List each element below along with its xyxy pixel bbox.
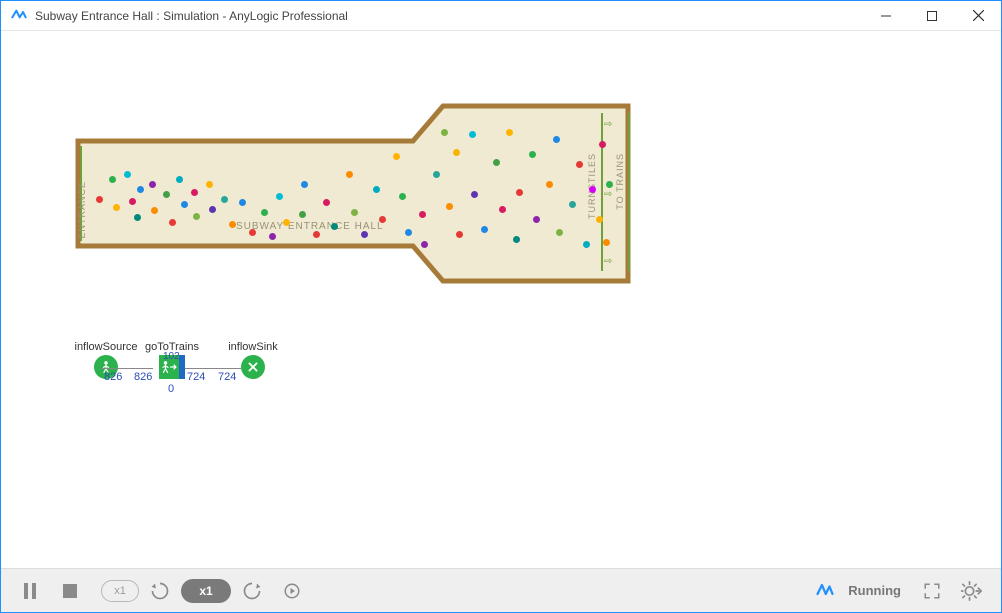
pedestrian-dot — [181, 201, 188, 208]
pedestrian-dot — [453, 149, 460, 156]
pedestrian-dot — [137, 186, 144, 193]
pedestrian-dot — [283, 219, 290, 226]
pedestrian-dot — [596, 216, 603, 223]
pedestrian-dot — [506, 129, 513, 136]
anylogic-brand-icon — [814, 582, 836, 600]
port-count: 826 — [104, 371, 122, 383]
pedestrian-dot — [261, 209, 268, 216]
pedestrian-dot — [134, 214, 141, 221]
pedestrian-dot — [96, 196, 103, 203]
pedestrian-dot — [379, 216, 386, 223]
pedestrian-dot — [405, 229, 412, 236]
app-logo-icon — [11, 8, 27, 24]
pedestrian-dot — [603, 239, 610, 246]
app-window: Subway Entrance Hall : Simulation - AnyL… — [0, 0, 1002, 613]
pedestrian-dot — [441, 129, 448, 136]
minimize-button[interactable] — [863, 1, 909, 31]
block-label: inflowSource — [71, 341, 141, 353]
maximize-button[interactable] — [909, 1, 955, 31]
pedestrian-dot — [113, 204, 120, 211]
port-count: 724 — [218, 371, 236, 383]
fullscreen-button[interactable] — [913, 573, 951, 609]
flowchart: inflowSource 826 goToTrains 826 102 724 … — [71, 341, 301, 401]
pedestrian-dot — [419, 211, 426, 218]
pedestrian-dot — [589, 186, 596, 193]
pedestrian-dot — [193, 213, 200, 220]
realtime-speed-button[interactable]: x1 — [101, 580, 139, 602]
pedestrian-dot — [481, 226, 488, 233]
pedestrian-dot — [546, 181, 553, 188]
pedestrian-dot — [331, 223, 338, 230]
pedestrian-dot — [221, 196, 228, 203]
pedestrian-dot — [169, 219, 176, 226]
pedestrian-dot — [109, 176, 116, 183]
pedestrian-dot — [299, 211, 306, 218]
pedestrian-dot — [373, 186, 380, 193]
pedestrian-dot — [529, 151, 536, 158]
pause-button[interactable] — [11, 573, 49, 609]
pedestrian-dot — [351, 209, 358, 216]
block-bottom-count: 0 — [168, 383, 174, 395]
pedestrian-dot — [346, 171, 353, 178]
pedestrian-dot — [163, 191, 170, 198]
pedestrian-dot — [191, 189, 198, 196]
pedestrian-dot — [599, 141, 606, 148]
pedestrian-dot — [499, 206, 506, 213]
pedestrian-dot — [323, 199, 330, 206]
pedestrian-dot — [576, 161, 583, 168]
pedestrian-dot — [553, 136, 560, 143]
pedestrian-dot — [149, 181, 156, 188]
pedestrian-dot — [399, 193, 406, 200]
pedestrian-dot — [124, 171, 131, 178]
pedestrian-dot — [583, 241, 590, 248]
pedestrian-dot — [301, 181, 308, 188]
pedestrian-dot — [469, 131, 476, 138]
pedestrian-dot — [176, 176, 183, 183]
pedestrian-dot — [471, 191, 478, 198]
speed-indicator[interactable]: x1 — [181, 579, 231, 603]
port-count: 724 — [187, 371, 205, 383]
pedestrian-dot — [209, 206, 216, 213]
pedestrian-dot — [456, 231, 463, 238]
pedestrian-dot — [361, 231, 368, 238]
simulation-status: Running — [848, 583, 901, 598]
pedestrian-layer — [1, 31, 1001, 568]
pedestrian-dot — [493, 159, 500, 166]
pedestrian-dot — [249, 229, 256, 236]
pedestrian-dot — [569, 201, 576, 208]
pedestrian-dot — [239, 199, 246, 206]
pedestrian-dot — [206, 181, 213, 188]
pedestrian-dot — [606, 181, 613, 188]
pedestrian-dot — [229, 221, 236, 228]
control-bar: x1 x1 Running — [1, 568, 1001, 612]
pedestrian-dot — [313, 231, 320, 238]
pedestrian-dot — [446, 203, 453, 210]
stop-button[interactable] — [51, 573, 89, 609]
block-inside-count: 102 — [163, 351, 180, 362]
slow-down-button[interactable] — [141, 573, 179, 609]
pedestrian-dot — [433, 171, 440, 178]
step-forward-button[interactable] — [273, 573, 311, 609]
pedestrian-dot — [276, 193, 283, 200]
speed-up-button[interactable] — [233, 573, 271, 609]
block-label: inflowSink — [223, 341, 283, 353]
simulation-canvas[interactable]: SUBWAY ENTRANCE HALL ENTRANCE TURNSTILES… — [1, 31, 1001, 568]
pedestrian-dot — [151, 207, 158, 214]
port-count: 826 — [134, 371, 152, 383]
pedestrian-dot — [129, 198, 136, 205]
titlebar: Subway Entrance Hall : Simulation - AnyL… — [1, 1, 1001, 31]
pedestrian-dot — [269, 233, 276, 240]
pedestrian-dot — [513, 236, 520, 243]
pedestrian-dot — [556, 229, 563, 236]
pedestrian-dot — [393, 153, 400, 160]
developer-panel-button[interactable] — [953, 573, 991, 609]
pedestrian-dot — [516, 189, 523, 196]
ped-sink-icon — [241, 355, 265, 379]
close-button[interactable] — [955, 1, 1001, 31]
pedestrian-dot — [421, 241, 428, 248]
pedestrian-dot — [533, 216, 540, 223]
window-title: Subway Entrance Hall : Simulation - AnyL… — [35, 9, 348, 23]
